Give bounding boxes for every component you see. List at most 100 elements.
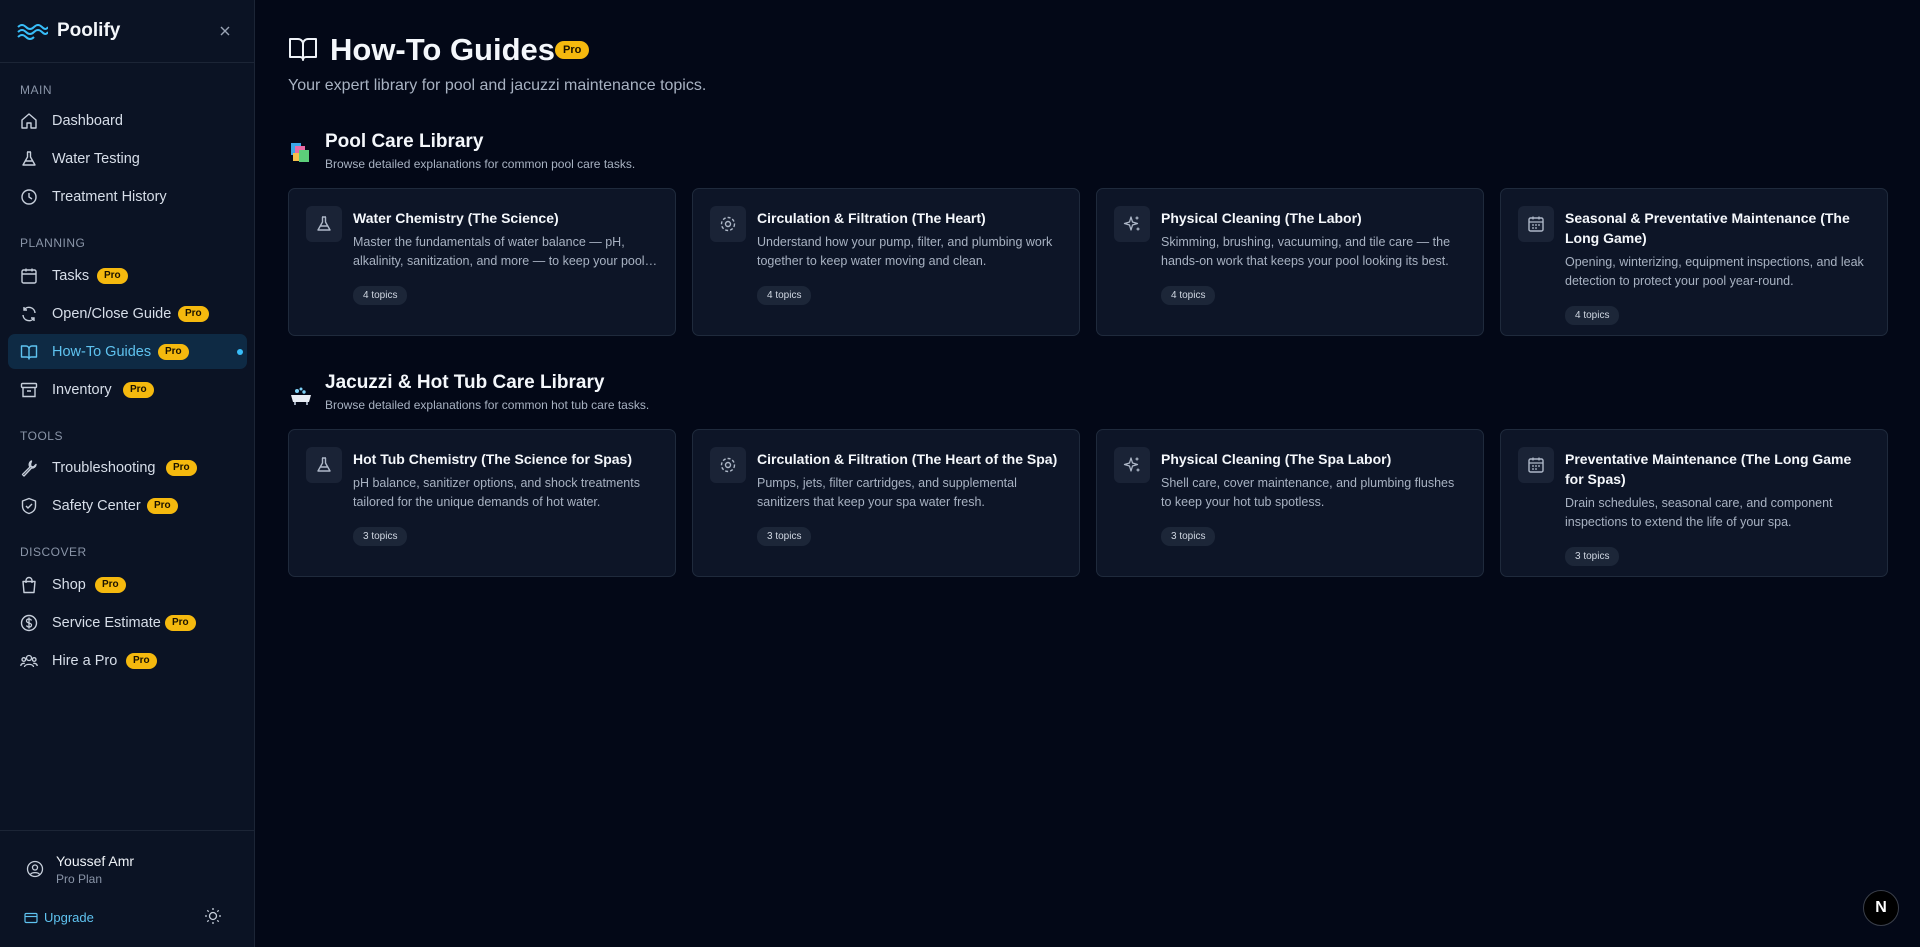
sidebar-item-label: Open/Close Guide	[52, 305, 172, 322]
topics-badge: 4 topics	[353, 286, 408, 305]
guide-card-spa-circulation[interactable]: Circulation & Filtration (The Heart of t…	[692, 429, 1080, 577]
sidebar-item-label: Hire a Pro	[52, 652, 118, 669]
guide-card-hot-tub-chemistry[interactable]: Hot Tub Chemistry (The Science for Spas)…	[288, 429, 676, 577]
active-indicator-dot	[237, 349, 243, 355]
home-icon	[21, 113, 37, 129]
library-title: Jacuzzi & Hot Tub Care Library	[325, 372, 605, 393]
book-icon	[289, 38, 317, 61]
sparkles-icon	[1114, 447, 1150, 483]
sidebar-item-label: Troubleshooting	[52, 459, 156, 476]
sidebar-item-inventory[interactable]: Inventory Pro	[8, 372, 247, 407]
card-title: Circulation & Filtration (The Heart of t…	[757, 451, 1058, 467]
brand-name: Poolify	[57, 20, 121, 41]
users-icon	[20, 654, 38, 668]
sidebar-item-dashboard[interactable]: Dashboard	[8, 103, 247, 138]
card-title: Hot Tub Chemistry (The Science for Spas)	[353, 451, 633, 467]
page-title: How-To Guides	[330, 32, 556, 67]
sidebar-item-open-close-guide[interactable]: Open/Close Guide Pro	[8, 296, 247, 331]
gear-icon	[710, 206, 746, 242]
sidebar-item-service-estimate[interactable]: Service Estimate Pro	[8, 605, 247, 640]
calendar-icon	[1518, 447, 1554, 483]
card-title: Preventative Maintenance (The Long Game …	[1565, 451, 1852, 487]
guide-card-water-chemistry[interactable]: Water Chemistry (The Science) Master the…	[288, 188, 676, 336]
topics-badge: 3 topics	[353, 527, 408, 546]
calendar-icon	[1518, 206, 1554, 242]
sidebar-item-tasks[interactable]: Tasks Pro	[8, 258, 247, 293]
bathtub-icon	[291, 387, 311, 405]
guide-card-spa-cleaning[interactable]: Physical Cleaning (The Spa Labor) Shell …	[1096, 429, 1484, 577]
sidebar-item-label: Service Estimate	[52, 614, 161, 631]
guide-card-spa-preventative-maintenance[interactable]: Preventative Maintenance (The Long Game …	[1500, 429, 1888, 577]
sidebar-item-label: Shop	[52, 576, 86, 593]
pool-tiles-icon	[291, 143, 309, 162]
library-title: Pool Care Library	[325, 131, 484, 152]
brand-header: Poolify	[0, 0, 254, 63]
sidebar-item-label: Treatment History	[52, 188, 167, 205]
user-name: Youssef Amr	[56, 853, 135, 869]
card-description: Shell care, cover maintenance, and plumb…	[1161, 476, 1455, 509]
pro-badge: Pro	[95, 577, 126, 593]
shield-icon	[21, 497, 37, 515]
sidebar-item-hire-a-pro[interactable]: Hire a Pro Pro	[8, 643, 247, 678]
topics-badge: 3 topics	[1565, 547, 1620, 566]
library-subtitle: Browse detailed explanations for common …	[325, 157, 636, 171]
card-title: Water Chemistry (The Science)	[353, 210, 559, 226]
topics-badge: 3 topics	[1161, 527, 1216, 546]
clock-icon	[21, 189, 37, 205]
upgrade-button[interactable]: Upgrade	[24, 910, 94, 925]
sidebar-item-troubleshooting[interactable]: Troubleshooting Pro	[8, 450, 247, 485]
guide-card-circulation-filtration[interactable]: Circulation & Filtration (The Heart) Und…	[692, 188, 1080, 336]
card-description: Understand how your pump, filter, and pl…	[757, 235, 1053, 268]
sidebar-item-treatment-history[interactable]: Treatment History	[8, 179, 247, 214]
waves-logo-icon	[17, 24, 48, 40]
section-label-planning: PLANNING	[20, 236, 86, 250]
page-subtitle: Your expert library for pool and jacuzzi…	[288, 77, 707, 94]
pro-badge: Pro	[178, 306, 209, 322]
pro-badge: Pro	[147, 498, 178, 514]
flask-icon	[306, 206, 342, 242]
guide-card-physical-cleaning[interactable]: Physical Cleaning (The Labor) Skimming, …	[1096, 188, 1484, 336]
pro-badge: Pro	[158, 344, 189, 360]
pro-badge: Pro	[123, 382, 154, 398]
gear-icon	[710, 447, 746, 483]
sidebar-item-label: Water Testing	[52, 150, 140, 167]
flask-icon	[306, 447, 342, 483]
card-description: Opening, winterizing, equipment inspecti…	[1565, 255, 1864, 288]
card-description: Skimming, brushing, vacuuming, and tile …	[1161, 235, 1451, 268]
section-label-main: MAIN	[20, 83, 52, 97]
sidebar-item-water-testing[interactable]: Water Testing	[8, 141, 247, 176]
user-avatar-icon[interactable]	[26, 860, 44, 878]
guide-card-seasonal-maintenance[interactable]: Seasonal & Preventative Maintenance (The…	[1500, 188, 1888, 336]
topics-badge: 4 topics	[1565, 306, 1620, 325]
topics-badge: 3 topics	[757, 527, 812, 546]
close-icon[interactable]	[217, 23, 233, 39]
card-description: Master the fundamentals of water balance…	[353, 235, 645, 268]
sidebar-item-shop[interactable]: Shop Pro	[8, 567, 247, 602]
pro-badge: Pro	[555, 41, 590, 59]
pro-badge: Pro	[97, 268, 128, 284]
card-title: Circulation & Filtration (The Heart)	[757, 210, 986, 226]
footer-divider	[0, 830, 254, 831]
bag-icon	[22, 576, 36, 594]
credit-card-icon	[24, 912, 38, 923]
card-description: pH balance, sanitizer options, and shock…	[353, 476, 640, 509]
sidebar-item-label: Safety Center	[52, 497, 141, 514]
card-title: Physical Cleaning (The Labor)	[1161, 210, 1362, 226]
sidebar-item-safety-center[interactable]: Safety Center Pro	[8, 488, 247, 523]
pro-badge: Pro	[165, 615, 196, 631]
pro-badge: Pro	[166, 460, 197, 476]
library-subtitle: Browse detailed explanations for common …	[325, 398, 650, 412]
card-description: Drain schedules, seasonal care, and comp…	[1565, 496, 1833, 529]
archive-icon	[20, 382, 38, 398]
card-title: Physical Cleaning (The Spa Labor)	[1161, 451, 1392, 467]
user-plan: Pro Plan	[56, 872, 103, 886]
sidebar-item-label: Tasks	[52, 267, 90, 284]
wrench-icon	[21, 460, 37, 477]
sun-icon[interactable]	[204, 907, 222, 925]
dev-tools-badge[interactable]: N	[1863, 890, 1899, 926]
flask-icon	[22, 151, 36, 166]
sidebar-item-label: How-To Guides	[52, 343, 152, 360]
sidebar-item-how-to-guides[interactable]: How-To Guides Pro	[8, 334, 247, 369]
book-icon	[20, 345, 38, 360]
sidebar-item-label: Inventory	[52, 381, 112, 398]
